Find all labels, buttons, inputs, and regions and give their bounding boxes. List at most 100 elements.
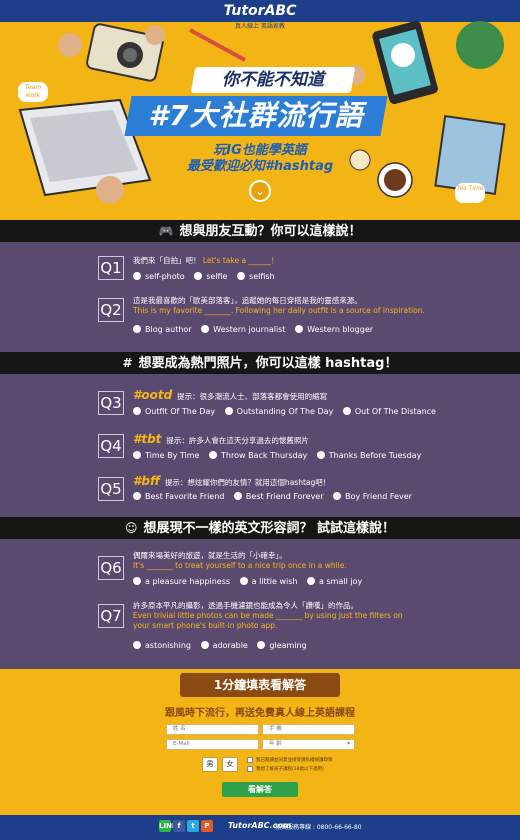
- question-en: Let's take a ______！: [202, 256, 279, 265]
- hashtag-icon: #: [122, 356, 133, 370]
- option-radio[interactable]: a little wish: [239, 577, 297, 586]
- radio-button[interactable]: [257, 641, 266, 649]
- radio-button[interactable]: [233, 492, 242, 500]
- radio-button[interactable]: [239, 577, 248, 585]
- facebook-icon[interactable]: f: [173, 820, 185, 832]
- question-en: It's _______ to treat yourself to a nice…: [133, 561, 347, 570]
- hashtag-question: #tbt 提示：許多人會在這天分享過去的懷舊照片: [133, 432, 309, 446]
- option-radio[interactable]: gleaming: [257, 641, 307, 650]
- option-radio[interactable]: Time By Time: [133, 451, 199, 460]
- option-radio[interactable]: Best Friend Forever: [233, 492, 324, 501]
- question-text: 我們來「自拍」吧！ Let's take a ______！: [133, 256, 278, 266]
- section-header-interact: 🎮 想與朋友互動？你可以這樣說！: [0, 220, 520, 242]
- question-en: This is my favorite _______. Following h…: [133, 306, 425, 315]
- radio-button[interactable]: [194, 272, 203, 280]
- options-q5: Best Favorite Friend Best Friend Forever…: [133, 492, 419, 501]
- options-q1: self-photo selfie selfish: [133, 272, 282, 281]
- radio-button[interactable]: [133, 272, 141, 280]
- question-text: 偶爾來場美好的旅遊，就是生活的「小確幸」。 It's _______ to tr…: [133, 551, 503, 571]
- brand-logo[interactable]: TutorABC: [0, 3, 520, 19]
- option-radio[interactable]: Outstanding Of The Day: [224, 407, 333, 416]
- option-radio[interactable]: Western journalist: [201, 325, 286, 334]
- hint-text: 提示：很多潮流人士、部落客都會使用的縮寫: [177, 392, 328, 401]
- question-number: Q4: [98, 434, 124, 458]
- radio-button[interactable]: [201, 325, 210, 333]
- radio-button[interactable]: [133, 492, 141, 500]
- radio-button[interactable]: [307, 577, 316, 585]
- tea-time-sticker: Tea Time: [455, 183, 485, 203]
- twitter-icon[interactable]: t: [187, 820, 199, 832]
- teamwork-sticker: Team work: [18, 82, 48, 102]
- scroll-down-button[interactable]: ⌄: [249, 180, 271, 202]
- kids-course-label: 我想了解孩子課程(18歲以下適用): [256, 767, 324, 772]
- chevron-down-icon: ⌄: [254, 184, 266, 198]
- radio-button[interactable]: [133, 577, 141, 585]
- brand-tagline: 真人線上 英語家教: [235, 23, 285, 30]
- privacy-label: 我已閱讀並同意並接受隱私權保護政策: [256, 758, 333, 763]
- question-number: Q5: [98, 477, 124, 501]
- line-icon[interactable]: LINE: [159, 820, 177, 832]
- question-number: Q3: [98, 391, 124, 415]
- plurk-icon[interactable]: P: [201, 820, 213, 832]
- option-radio[interactable]: Blog author: [133, 325, 192, 334]
- kids-course-checkbox[interactable]: [247, 766, 253, 772]
- radio-button[interactable]: [333, 492, 342, 500]
- radio-button[interactable]: [209, 451, 218, 459]
- radio-button[interactable]: [133, 641, 141, 649]
- question-number: Q2: [98, 298, 124, 322]
- question-number: Q1: [98, 256, 124, 280]
- option-radio[interactable]: Out Of The Distance: [342, 407, 436, 416]
- option-radio[interactable]: Western blogger: [295, 325, 373, 334]
- hashtag-question: #ootd 提示：很多潮流人士、部落客都會使用的縮寫: [133, 388, 327, 402]
- option-radio[interactable]: Outfit Of The Day: [133, 407, 215, 416]
- phone-illustration: [372, 20, 438, 105]
- gender-female-button[interactable]: 女: [222, 757, 238, 772]
- hashtag-label: #ootd: [133, 388, 173, 402]
- question-text: 許多原本平凡的攝影，透過手機濾鏡也能成為令人「讚嘆」的作品。 Even triv…: [133, 601, 513, 631]
- option-radio[interactable]: Boy Friend Fever: [333, 492, 412, 501]
- options-q7: astonishing adorable gleaming: [133, 641, 314, 650]
- age-select[interactable]: 年 齡 ▾: [262, 739, 355, 750]
- option-radio[interactable]: adorable: [200, 641, 248, 650]
- option-radio[interactable]: astonishing: [133, 641, 191, 650]
- radio-button[interactable]: [237, 272, 246, 280]
- email-field[interactable]: E-Mail: [166, 739, 259, 750]
- form-subtitle: 跟風時下流行，再送免費真人線上英語課程: [165, 708, 355, 719]
- options-q4: Time By Time Throw Back Thursday Thanks …: [133, 451, 428, 460]
- option-radio[interactable]: Throw Back Thursday: [209, 451, 307, 460]
- phone-field[interactable]: 手 機: [262, 724, 355, 735]
- option-radio[interactable]: Thanks Before Tuesday: [316, 451, 421, 460]
- radio-button[interactable]: [342, 407, 351, 415]
- radio-button[interactable]: [133, 325, 141, 333]
- section-header-hashtag: # 想要成為熱門照片，你可以這樣 hashtag！: [0, 352, 520, 374]
- submit-button[interactable]: 看解答: [222, 782, 298, 797]
- radio-button[interactable]: [224, 407, 233, 415]
- question-zh: 我們來「自拍」吧！: [133, 256, 201, 265]
- question-zh: 這是我最喜歡的「歐美部落客」，追蹤她的每日穿搭是我的靈感來源。: [133, 296, 362, 305]
- radio-button[interactable]: [133, 407, 141, 415]
- section-title: 想與朋友互動？你可以這樣說！: [179, 224, 362, 239]
- gender-male-button[interactable]: 男: [202, 757, 218, 772]
- option-radio[interactable]: Best Favorite Friend: [133, 492, 224, 501]
- service-phone: 免費服務專線 : 0800-66-66-80: [275, 824, 362, 831]
- radio-button[interactable]: [316, 451, 325, 459]
- question-en: Even trivial little photos can be made _…: [133, 611, 403, 620]
- option-radio[interactable]: selfie: [194, 272, 227, 281]
- section-header-adjectives: ☺ 想展現不一樣的英文形容詞？ 試試這樣說！: [0, 517, 520, 539]
- privacy-checkbox[interactable]: [247, 757, 253, 763]
- title-small: 你不能不知道: [222, 70, 324, 90]
- question-zh: 許多原本平凡的攝影，透過手機濾鏡也能成為令人「讚嘆」的作品。: [133, 601, 358, 610]
- radio-button[interactable]: [133, 451, 141, 459]
- form-title: 1分鐘填表看解答: [213, 678, 307, 692]
- radio-button[interactable]: [295, 325, 304, 333]
- radio-button[interactable]: [200, 641, 209, 649]
- option-radio[interactable]: a small joy: [307, 577, 362, 586]
- question-text: 這是我最喜歡的「歐美部落客」，追蹤她的每日穿搭是我的靈感來源。 This is …: [133, 296, 503, 316]
- question-zh: 偶爾來場美好的旅遊，就是生活的「小確幸」。: [133, 551, 287, 560]
- question-en: your smart phone's built-in photo app.: [133, 621, 278, 630]
- name-field[interactable]: 姓 名: [166, 724, 259, 735]
- option-radio[interactable]: a pleasure happiness: [133, 577, 230, 586]
- option-radio[interactable]: self-photo: [133, 272, 185, 281]
- option-radio[interactable]: selfish: [237, 272, 275, 281]
- section-title: 想要成為熱門照片，你可以這樣 hashtag！: [138, 356, 398, 371]
